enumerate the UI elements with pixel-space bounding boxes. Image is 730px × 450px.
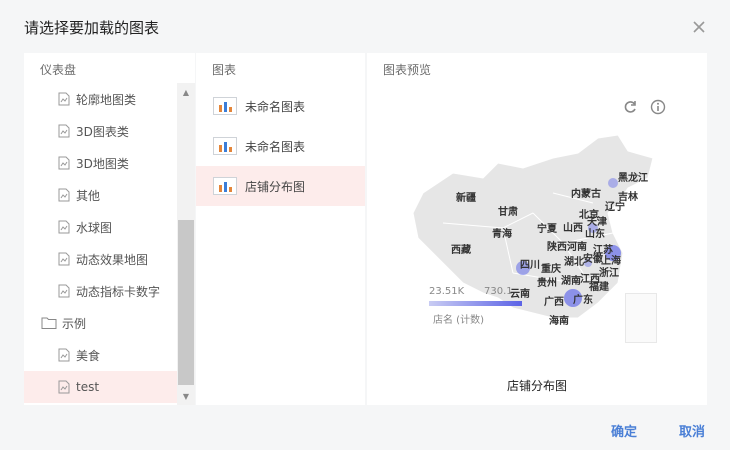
tree-item-label: 动态效果地图 [76,252,149,267]
tree-item-label: test [76,380,100,394]
region-label: 广西 [544,297,564,308]
chart-file-icon [57,380,71,394]
chart-file-icon [57,284,71,298]
refresh-icon[interactable] [622,99,638,115]
preview-chart-title: 店铺分布图 [506,379,567,393]
region-label: 重庆 [541,264,561,275]
tree-item-label: 其他 [76,188,101,203]
tree-item-label: 水球图 [76,220,113,235]
chart-file-icon [57,156,71,170]
region-label: 黑龙江 [618,173,648,184]
chart-item-label: 未命名图表 [245,99,306,114]
preview-panel: 图表预览 黑龙江 吉林 内蒙古 辽宁 北京 新疆 甘肃 天津 宁夏 山西 山东 … [367,53,707,405]
chart-file-icon [57,348,71,362]
legend-min-value: 23.51K [429,286,465,297]
preview-panel-header: 图表预览 [383,63,432,77]
chart-panel: 图表 未命名图表 未命名图表 店铺分布图 [196,53,365,405]
chart-item-label: 未命名图表 [245,139,306,154]
scroll-thumb[interactable] [178,220,194,385]
chart-file-icon [57,188,71,202]
region-label: 云南 [510,289,530,300]
scroll-up-icon[interactable]: ▲ [177,83,195,101]
chart-file-icon [57,220,71,234]
tree-item-dynamic-map[interactable]: 动态效果地图 [24,243,177,275]
legend-max-value: 730.1 [484,286,513,297]
tree-item-test[interactable]: test [24,371,177,403]
chart-list: 未命名图表 未命名图表 店铺分布图 [196,86,365,206]
region-label: 广东 [573,295,593,306]
dashboard-tree: 轮廓地图类 3D图表类 3D地图类 其他 水球图 动态效果地图 动态指标卡数字 … [24,83,177,403]
region-label: 宁夏 [537,224,557,235]
chart-file-icon [57,252,71,266]
region-label: 甘肃 [498,207,518,218]
region-label: 湖南 [561,276,581,287]
tree-item-label: 动态指标卡数字 [76,284,161,299]
scroll-down-icon[interactable]: ▼ [177,387,195,405]
bar-chart-icon [213,137,237,155]
bar-chart-icon [213,177,237,195]
region-label: 内蒙古 [571,189,601,200]
tree-item-3d-chart[interactable]: 3D图表类 [24,115,177,147]
chart-list-item[interactable]: 未命名图表 [196,86,365,126]
folder-icon [41,316,57,330]
region-label: 海南 [549,316,569,327]
region-label: 青海 [492,229,512,240]
info-icon[interactable] [650,99,666,115]
tree-item-label: 3D地图类 [76,156,129,171]
region-label: 贵州 [537,278,557,289]
close-icon[interactable] [690,18,708,36]
region-label: 山东 [585,229,605,240]
load-chart-dialog: 请选择要加载的图表 仪表盘 轮廓地图类 3D图表类 3D地图类 其他 水球图 动… [0,0,730,450]
tree-item-outline-map[interactable]: 轮廓地图类 [24,83,177,115]
region-label: 辽宁 [605,202,625,213]
region-label: 浙江 [599,268,619,279]
tree-item-food[interactable]: 美食 [24,339,177,371]
dialog-title: 请选择要加载的图表 [24,19,160,37]
dashboard-panel: 仪表盘 轮廓地图类 3D图表类 3D地图类 其他 水球图 动态效果地图 动态指标… [24,53,195,405]
tree-item-liquid-fill[interactable]: 水球图 [24,211,177,243]
tree-item-label: 示例 [62,316,87,331]
cancel-button[interactable]: 取消 [679,421,705,440]
region-label: 四川 [520,260,540,271]
chart-item-label: 店铺分布图 [245,179,306,194]
tree-item-3d-map[interactable]: 3D地图类 [24,147,177,179]
preview-toolbar [622,99,666,115]
region-label: 湖北 [564,257,584,268]
chart-file-icon [57,124,71,138]
chart-file-icon [57,92,71,106]
region-label: 新疆 [456,193,476,204]
chart-list-item[interactable]: 未命名图表 [196,126,365,166]
region-label: 山西 [563,223,583,234]
tree-item-other[interactable]: 其他 [24,179,177,211]
tree-item-label: 美食 [76,348,101,363]
tree-folder-example[interactable]: 示例 [24,307,177,339]
ok-button[interactable]: 确定 [611,421,637,440]
bubble-marker [608,178,618,188]
legend-gradient-bar[interactable] [429,301,522,306]
region-label: 安徽 [583,254,603,265]
region-label: 陕西 [547,242,567,253]
dashboard-panel-header: 仪表盘 [40,63,77,77]
tree-item-label: 轮廓地图类 [76,92,137,107]
region-label: 西藏 [451,245,471,256]
south-sea-inset [625,293,657,343]
tree-scrollbar[interactable]: ▲ ▼ [177,83,195,405]
bar-chart-icon [213,97,237,115]
chart-list-item[interactable]: 店铺分布图 [196,166,365,206]
tree-item-label: 3D图表类 [76,124,129,139]
chart-panel-header: 图表 [212,63,237,77]
tree-item-dynamic-kpi[interactable]: 动态指标卡数字 [24,275,177,307]
legend-title: 店名 (计数) [433,315,484,326]
